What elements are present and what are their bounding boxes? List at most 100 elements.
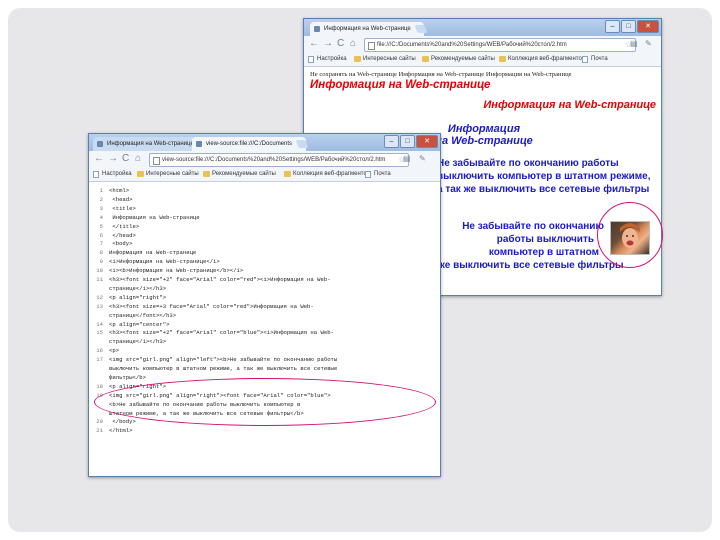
- close-window-button[interactable]: ✕: [416, 135, 438, 148]
- minimize-button[interactable]: –: [384, 135, 399, 148]
- source-text: <h3><font size="+2" face="Arial" color="…: [109, 276, 331, 283]
- line-number: 3: [99, 204, 103, 212]
- bookmark-item[interactable]: Настройка: [308, 55, 347, 64]
- source-line: странице</i></h3>: [89, 285, 166, 292]
- reload-icon[interactable]: C: [337, 38, 344, 50]
- page-icon: [93, 171, 99, 178]
- source-text: <p>: [109, 347, 120, 355]
- source-text: странице</font></h3>: [109, 311, 177, 319]
- source-line: выключить компьютер в штатном режиме, а …: [89, 365, 337, 372]
- source-text: <head>: [109, 195, 133, 203]
- bookmark-label: Рекомендуемые сайты: [212, 171, 276, 177]
- minimize-button[interactable]: –: [605, 20, 620, 33]
- source-text: странице</i></h3>: [109, 338, 167, 346]
- home-icon[interactable]: ⌂: [350, 38, 356, 50]
- page-icon: [582, 56, 588, 63]
- bookmark-item[interactable]: Рекомендуемые сайты: [422, 55, 495, 64]
- source-text: <h3><font size=+3 face="Arial" color="re…: [109, 302, 314, 310]
- bookmark-label: Коллекция веб-фрагментов: [508, 56, 585, 62]
- bookmark-item[interactable]: Настройка: [93, 170, 132, 179]
- face-icon: [620, 223, 640, 248]
- source-line: штатном режиме, а так же выключить все с…: [89, 410, 304, 417]
- close-window-button[interactable]: ✕: [637, 20, 659, 33]
- source-line: 19 <img src="girl.png" align="right"><fon…: [89, 392, 330, 399]
- source-line: 5 </title>: [89, 223, 140, 230]
- bookmark-label: Интересные сайты: [146, 171, 199, 177]
- line-number: 12: [96, 293, 103, 301]
- source-text: <i>Информация на Web-странице</i>: [109, 258, 220, 266]
- bookmark-item[interactable]: Почта: [582, 55, 608, 64]
- forward-icon[interactable]: →: [323, 38, 333, 50]
- maximize-button[interactable]: □: [400, 135, 415, 148]
- bookmark-label: Коллекция веб-фрагментов: [293, 171, 370, 177]
- source-text: <img src="girl.png" align="left"><b>Не з…: [109, 356, 338, 364]
- line-number: 8: [99, 249, 103, 257]
- address-text: view-source:file:///C:/Documents%20and%2…: [162, 157, 386, 163]
- source-line: фильтры</b>: [89, 374, 146, 381]
- source-line: 18 <p align="right">: [89, 383, 166, 390]
- new-tab-button[interactable]: [414, 25, 428, 33]
- tab-rendered-page[interactable]: Информация на Web-странице ×: [310, 22, 424, 36]
- tab-label: view-source:file:///C:/Documents: [206, 141, 293, 147]
- nav-toolbar: ← → C ⌂ file:///C:/Documents%20and%20Set…: [304, 36, 661, 53]
- heading-red-right: Информация на Web-странице: [483, 99, 656, 111]
- line-number: 1: [99, 187, 103, 194]
- tab-view-source[interactable]: view-source:file:///C:/Documents ×: [192, 137, 306, 151]
- line-number: 18: [96, 382, 103, 390]
- page-icon: [365, 171, 371, 178]
- line-number: 11: [96, 276, 103, 283]
- source-text: Информация на Web-странице: [109, 249, 197, 257]
- bookmark-item[interactable]: Коллекция веб-фрагментов: [284, 170, 370, 179]
- bookmark-item[interactable]: Почта: [365, 170, 391, 179]
- line-number: 7: [99, 240, 103, 248]
- source-line: 17 <img src="girl.png" align="left"><b>Не…: [89, 356, 337, 363]
- maximize-button[interactable]: □: [621, 20, 636, 33]
- address-bar[interactable]: view-source:file:///C:/Documents%20and%2…: [149, 153, 409, 167]
- source-line: 1 <html>: [89, 187, 130, 194]
- tab-rendered-page[interactable]: Информация на Web-странице ×: [93, 137, 203, 151]
- bookmark-label: Почта: [591, 56, 608, 62]
- page-menu-icon[interactable]: ▤: [403, 153, 411, 165]
- bookmark-item[interactable]: Коллекция веб-фрагментов: [499, 55, 585, 64]
- source-line: 2 <head>: [89, 196, 133, 203]
- girl-photo: [610, 221, 650, 255]
- source-text: <b>Не забывайте по окончанию работы выкл…: [109, 400, 301, 408]
- browser-window-source: Информация на Web-странице × view-source…: [88, 133, 441, 477]
- new-tab-button[interactable]: [295, 140, 309, 148]
- title-bar: Информация на Web-странице × view-source…: [89, 134, 440, 151]
- home-icon[interactable]: ⌂: [135, 153, 141, 165]
- back-icon[interactable]: ←: [94, 153, 104, 165]
- line-number: 13: [96, 302, 103, 310]
- folder-icon: [284, 171, 291, 177]
- bookmarks-bar: Настройка Интересные сайты Рекомендуемые…: [89, 168, 440, 182]
- favicon-icon: [196, 141, 202, 147]
- bookmark-item[interactable]: Интересные сайты: [137, 170, 199, 179]
- source-line: 3 <title>: [89, 205, 136, 212]
- source-text: <h3><font size="+2" face="Arial" color="…: [109, 329, 334, 337]
- wrench-icon[interactable]: ✎: [645, 38, 652, 50]
- bookmark-item[interactable]: Рекомендуемые сайты: [203, 170, 276, 179]
- back-icon[interactable]: ←: [309, 38, 319, 50]
- line-number: 10: [96, 267, 103, 275]
- page-icon: [308, 56, 314, 63]
- bookmark-item[interactable]: Интересные сайты: [354, 55, 416, 64]
- source-line: 11 <h3><font size="+2" face="Arial" color…: [89, 276, 331, 283]
- line-number: 17: [96, 356, 103, 364]
- source-text: Информация на Web-странице: [109, 213, 200, 221]
- page-menu-icon[interactable]: ▤: [630, 38, 638, 50]
- heading-red-left: Информация на Web-странице: [310, 79, 491, 91]
- bookmarks-bar: Настройка Интересные сайты Рекомендуемые…: [304, 53, 661, 67]
- forward-icon[interactable]: →: [108, 153, 118, 165]
- page-icon: [368, 42, 375, 50]
- source-line: 16 <p>: [89, 347, 119, 354]
- bookmark-label: Настройка: [317, 56, 347, 62]
- address-bar[interactable]: file:///C:/Documents%20and%20Settings/WE…: [364, 38, 636, 52]
- source-text: <i><b>Информация на Web-странице</b></i>: [109, 267, 244, 275]
- source-line: 9 <i>Информация на Web-странице</i>: [89, 258, 220, 265]
- folder-icon: [354, 56, 361, 62]
- source-text: <p align="right">: [109, 293, 167, 301]
- reload-icon[interactable]: C: [122, 153, 129, 165]
- wrench-icon[interactable]: ✎: [419, 153, 426, 165]
- window-controls: – □ ✕: [604, 20, 659, 33]
- bookmark-label: Рекомендуемые сайты: [431, 56, 495, 62]
